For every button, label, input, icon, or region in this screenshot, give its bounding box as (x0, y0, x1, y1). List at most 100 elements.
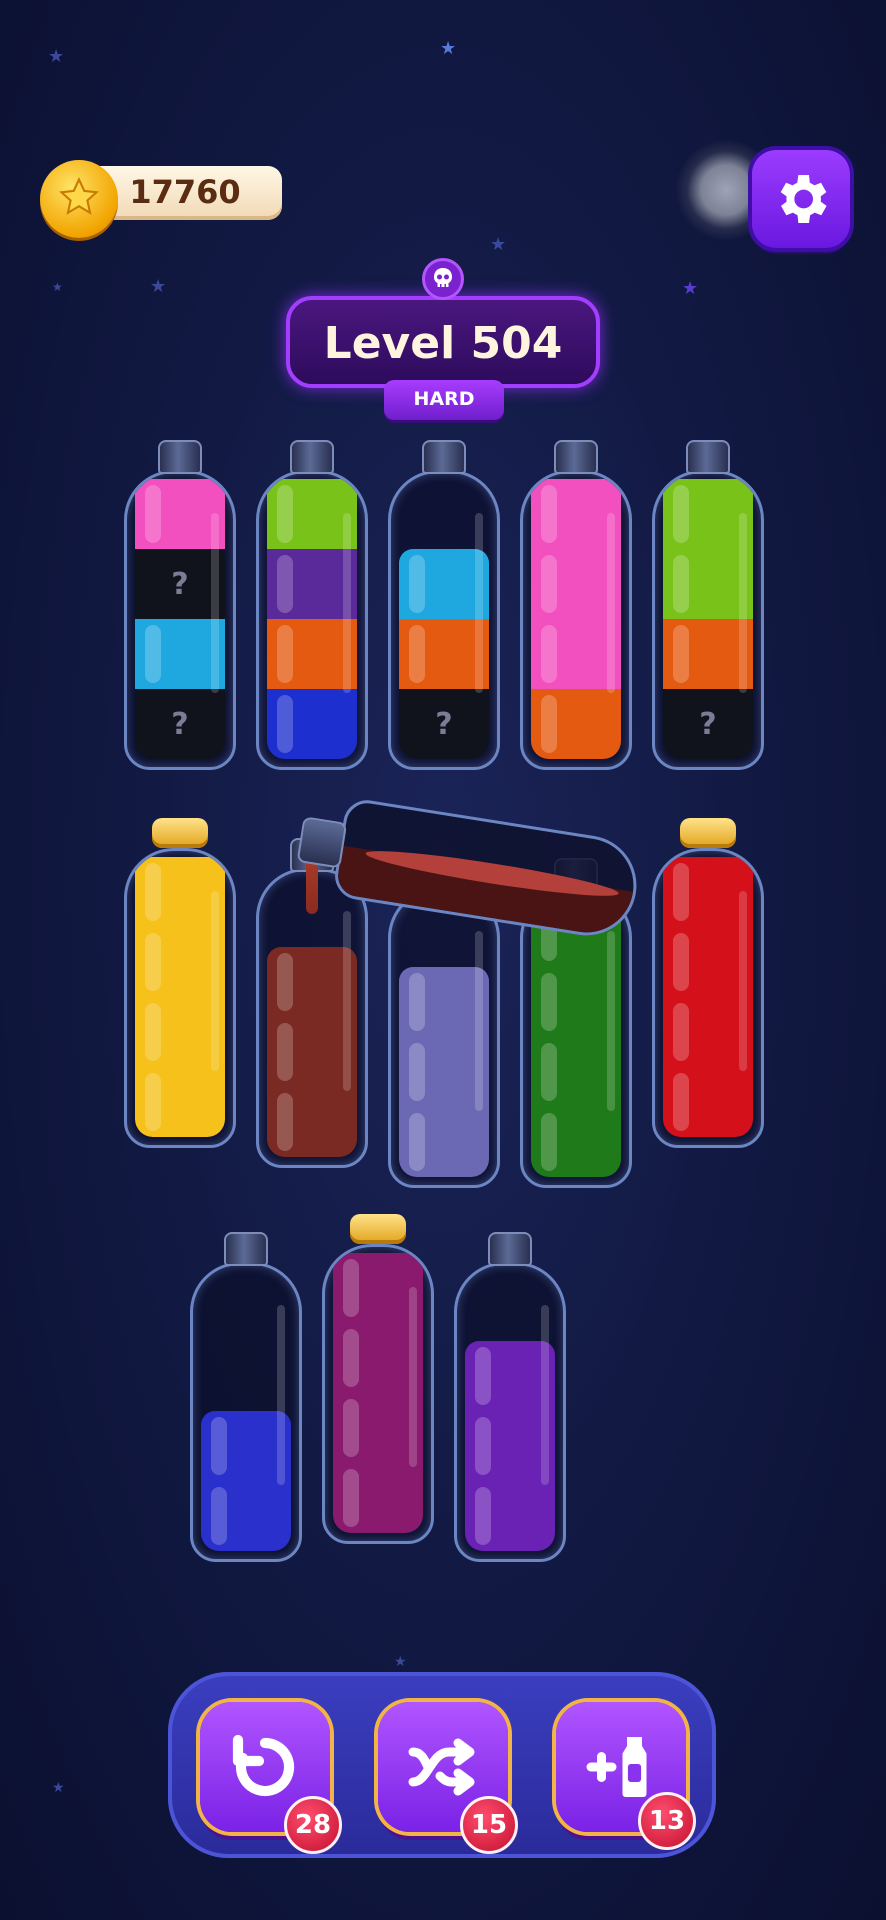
bottle-neck (554, 440, 598, 474)
liquid-shine (409, 1043, 425, 1101)
glass-shine (211, 513, 219, 693)
hidden-liquid-layer: ? (663, 689, 753, 759)
bottle-neck (488, 1232, 532, 1266)
bottle[interactable] (190, 1232, 302, 1562)
glass-shine (211, 891, 219, 1071)
liquid-shine (673, 1073, 689, 1131)
liquid-shine (277, 485, 293, 543)
bottle[interactable]: ?? (124, 440, 236, 770)
star-decoration: ★ (440, 38, 457, 59)
star-decoration: ★ (150, 276, 167, 297)
liquid-layer (531, 1107, 621, 1177)
glass-shine (739, 891, 747, 1071)
liquid-shine (145, 625, 161, 683)
liquid-shine (541, 1113, 557, 1171)
glass-shine (475, 931, 483, 1111)
level-panel: Level 504 (286, 296, 600, 388)
hidden-marker: ? (171, 707, 189, 742)
liquid-shine (343, 1259, 359, 1317)
star-decoration: ★ (490, 234, 507, 255)
bottle[interactable]: ? (652, 440, 764, 770)
pouring-bottle-neck (296, 816, 348, 869)
liquid-shine (673, 485, 689, 543)
liquid-shine (145, 863, 161, 921)
settings-button[interactable] (752, 150, 850, 248)
bottle[interactable] (520, 440, 632, 770)
liquid-shine (343, 1329, 359, 1387)
star-decoration: ★ (52, 1780, 65, 1796)
bottle-glass (388, 888, 500, 1188)
liquid-layer (531, 689, 621, 759)
liquid-shine (145, 1003, 161, 1061)
star-decoration: ★ (394, 1654, 407, 1670)
liquid-layer (465, 1481, 555, 1551)
glass-shine (343, 513, 351, 693)
liquid-shine (673, 625, 689, 683)
star-decoration: ★ (682, 278, 699, 299)
difficulty-label: HARD (413, 388, 475, 410)
liquid-layer (399, 1107, 489, 1177)
bottle[interactable] (652, 818, 764, 1148)
liquid-layer (267, 689, 357, 759)
liquid-shine (409, 1113, 425, 1171)
bottle[interactable] (454, 1232, 566, 1562)
level-title: Level 504 (323, 318, 563, 369)
glass-shine (739, 513, 747, 693)
bottle-neck (422, 440, 466, 474)
add-bottle-count: 13 (638, 1792, 696, 1850)
bottle-neck (686, 440, 730, 474)
bottle[interactable] (322, 1214, 434, 1544)
liquid-shine (475, 1487, 491, 1545)
star-coin-icon (40, 160, 118, 238)
cork (350, 1214, 406, 1244)
liquid-shine (343, 1469, 359, 1527)
liquid-shine (541, 625, 557, 683)
bottle-glass (124, 848, 236, 1148)
liquid-shine (673, 555, 689, 613)
coin-counter: 17760 (40, 160, 286, 238)
hidden-liquid-layer: ? (135, 689, 225, 759)
gear-icon (780, 175, 827, 223)
liquid-shine (277, 555, 293, 613)
bottle-glass (322, 1244, 434, 1544)
undo-icon (232, 1734, 295, 1797)
shuffle-count: 15 (460, 1796, 518, 1854)
hidden-liquid-layer: ? (399, 689, 489, 759)
cork (680, 818, 736, 848)
bottle-glass (520, 470, 632, 770)
liquid-shine (211, 1417, 227, 1475)
glass-shine (607, 931, 615, 1111)
bottle-neck (224, 1232, 268, 1266)
glass-shine (541, 1305, 549, 1485)
hidden-marker: ? (435, 707, 453, 742)
glass-shine (607, 513, 615, 693)
liquid-shine (145, 933, 161, 991)
star-decoration: ★ (48, 46, 65, 67)
cork (152, 818, 208, 848)
liquid-shine (475, 1347, 491, 1405)
bottle[interactable] (256, 440, 368, 770)
liquid-shine (277, 1023, 293, 1081)
bottle[interactable]: ? (388, 440, 500, 770)
star-decoration: ★ (52, 280, 63, 294)
skull-icon (422, 258, 464, 300)
liquid-shine (475, 1417, 491, 1475)
liquid-layer (135, 1067, 225, 1137)
liquid-shine (541, 1043, 557, 1101)
liquid-shine (277, 695, 293, 753)
liquid-shine (145, 485, 161, 543)
liquid-shine (541, 973, 557, 1031)
liquid-shine (277, 1093, 293, 1151)
liquid-shine (409, 555, 425, 613)
liquid-shine (277, 953, 293, 1011)
coin-value: 17760 (129, 173, 241, 211)
liquid-shine (541, 485, 557, 543)
liquid-layer (267, 1087, 357, 1157)
bottle[interactable] (124, 818, 236, 1148)
bottle-glass (454, 1262, 566, 1562)
glass-shine (475, 513, 483, 693)
bottle-glass (190, 1262, 302, 1562)
liquid-shine (277, 625, 293, 683)
liquid-shine (211, 1487, 227, 1545)
liquid-shine (541, 695, 557, 753)
